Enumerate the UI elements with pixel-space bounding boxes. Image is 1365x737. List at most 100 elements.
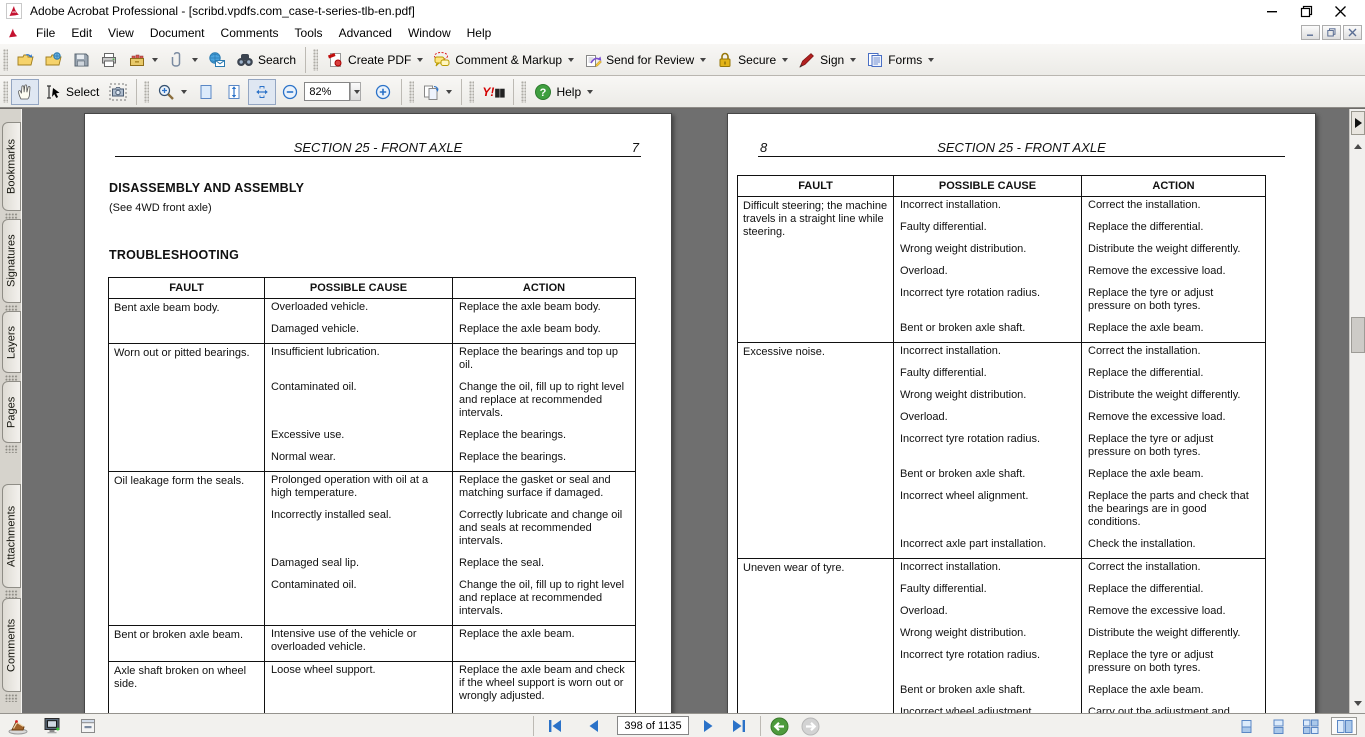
- facing-view-button[interactable]: [1331, 717, 1357, 735]
- document-headings: DISASSEMBLY AND ASSEMBLY(See 4WD front a…: [109, 181, 671, 262]
- troubleshooting-table: FAULTPOSSIBLE CAUSEACTIONDifficult steer…: [737, 175, 1266, 713]
- print-button[interactable]: [95, 47, 123, 73]
- first-page-button[interactable]: [542, 717, 568, 735]
- sidebar-tab-bookmarks[interactable]: Bookmarks: [2, 122, 21, 211]
- table-row: Axle shaft broken on wheel side.Loose wh…: [109, 662, 635, 713]
- doc-restore-button[interactable]: [1322, 25, 1341, 40]
- status-screen-button[interactable]: [42, 717, 62, 737]
- vertical-scrollbar[interactable]: [1349, 109, 1365, 713]
- continuous-facing-view-button[interactable]: [1297, 717, 1323, 735]
- menu-item-tools[interactable]: Tools: [287, 23, 331, 43]
- zoom-dropdown-button[interactable]: [350, 82, 361, 101]
- menu-item-view[interactable]: View: [100, 23, 142, 43]
- sidebar-tab-attachments[interactable]: Attachments: [2, 484, 21, 588]
- create-pdf-button[interactable]: Create PDF: [321, 47, 428, 73]
- status-print-color-button[interactable]: [8, 717, 28, 737]
- minimize-button[interactable]: [1255, 1, 1289, 21]
- status-window-button[interactable]: [78, 717, 98, 737]
- open-web-button[interactable]: [39, 47, 67, 73]
- next-page-button[interactable]: [696, 717, 722, 735]
- last-page-button[interactable]: [726, 717, 752, 735]
- doc-minimize-button[interactable]: [1301, 25, 1320, 40]
- arrow-right-icon: [1355, 118, 1362, 128]
- restore-button[interactable]: [1289, 1, 1323, 21]
- sidebar-tab-comments[interactable]: Comments: [2, 598, 21, 692]
- action-cell: Correct the installation.: [1081, 343, 1265, 365]
- menu-item-advanced[interactable]: Advanced: [331, 23, 400, 43]
- menu-item-window[interactable]: Window: [400, 23, 459, 43]
- dropdown-caret-icon: [700, 58, 706, 62]
- action-cell: Replace the bearings and top up oil.: [452, 344, 635, 379]
- single-page-icon: [1239, 719, 1254, 734]
- table-row: Difficult steering; the machine travels …: [738, 197, 1265, 343]
- fault-cell: Difficult steering; the machine travels …: [738, 197, 893, 342]
- secure-button[interactable]: Secure: [711, 47, 793, 73]
- scrollbar-thumb[interactable]: [1351, 317, 1365, 353]
- menu-item-edit[interactable]: Edit: [63, 23, 100, 43]
- yahoo-messenger-button[interactable]: Y!▮▮: [477, 79, 509, 105]
- action-cell: Distribute the weight differently.: [1081, 387, 1265, 409]
- menu-item-comments[interactable]: Comments: [213, 23, 287, 43]
- page-layout-button[interactable]: [417, 79, 457, 105]
- toolbar-separator: [136, 79, 137, 105]
- column-header: POSSIBLE CAUSE: [893, 176, 1081, 196]
- toolbar-grip: [144, 81, 149, 103]
- cause-cell: Incorrect wheel adjustment.: [893, 704, 1081, 713]
- fit-page-button[interactable]: [220, 79, 248, 105]
- previous-view-button[interactable]: [766, 717, 792, 735]
- search-button[interactable]: Search: [231, 47, 301, 73]
- action-cell: Change the oil, fill up to right level a…: [452, 577, 635, 625]
- select-tool-button[interactable]: Select: [39, 79, 104, 105]
- toolbar-grip: [313, 49, 318, 71]
- page-indicator-input[interactable]: [617, 716, 689, 735]
- continuous-facing-icon: [1302, 719, 1319, 734]
- snapshot-button[interactable]: [104, 79, 132, 105]
- single-page-view-button[interactable]: [1233, 717, 1259, 735]
- sign-button[interactable]: Sign: [793, 47, 861, 73]
- select-ibeam-icon: [44, 83, 62, 101]
- cause-cell: Wrong weight distribution.: [893, 241, 1081, 263]
- scroll-down-button[interactable]: [1351, 696, 1365, 711]
- fit-width-button[interactable]: [248, 79, 276, 105]
- menu-item-file[interactable]: File: [28, 23, 63, 43]
- dropdown-caret-icon: [850, 58, 856, 62]
- fault-cell: Excessive noise.: [738, 343, 893, 558]
- zoom-in-button[interactable]: [369, 79, 397, 105]
- save-button[interactable]: [67, 47, 95, 73]
- cause-cell: Faulty differential.: [893, 365, 1081, 387]
- comment-markup-button[interactable]: Comment & Markup: [428, 47, 579, 73]
- menu-item-help[interactable]: Help: [459, 23, 500, 43]
- sidebar-tab-pages[interactable]: Pages: [2, 381, 21, 443]
- action-cell: Replace the bearings.: [452, 449, 635, 471]
- doc-close-button[interactable]: [1343, 25, 1362, 40]
- sidebar-tab-signatures[interactable]: Signatures: [2, 219, 21, 303]
- hide-pane-button[interactable]: [1351, 111, 1365, 135]
- zoom-tool-button[interactable]: [152, 79, 192, 105]
- actual-size-button[interactable]: [192, 79, 220, 105]
- help-button[interactable]: ?Help: [529, 79, 598, 105]
- send-for-review-button[interactable]: Send for Review: [579, 47, 711, 73]
- open-button[interactable]: [11, 47, 39, 73]
- email-button[interactable]: [203, 47, 231, 73]
- zoom-level-input[interactable]: [304, 82, 350, 101]
- close-button[interactable]: [1323, 1, 1357, 21]
- email-icon: [208, 51, 226, 69]
- tab-grip: [5, 694, 18, 702]
- cause-cell: Bent or broken axle shaft.: [893, 320, 1081, 342]
- hand-tool-button[interactable]: [11, 79, 39, 105]
- next-page-icon: [702, 719, 716, 733]
- scroll-up-button[interactable]: [1351, 139, 1365, 154]
- previous-page-button[interactable]: [580, 717, 606, 735]
- attach-button[interactable]: [163, 47, 203, 73]
- continuous-view-button[interactable]: [1265, 717, 1291, 735]
- forms-button[interactable]: Forms: [861, 47, 939, 73]
- menu-item-document[interactable]: Document: [142, 23, 213, 43]
- zoom-out-button[interactable]: [276, 79, 304, 105]
- fault-cell: Bent axle beam body.: [109, 299, 264, 343]
- restore-icon: [1300, 5, 1313, 18]
- organizer-button[interactable]: [123, 47, 163, 73]
- page-number: 7: [632, 140, 639, 155]
- sidebar-tab-layers[interactable]: Layers: [2, 311, 21, 373]
- next-view-button[interactable]: [797, 717, 823, 735]
- page-layout-icon: [422, 83, 440, 101]
